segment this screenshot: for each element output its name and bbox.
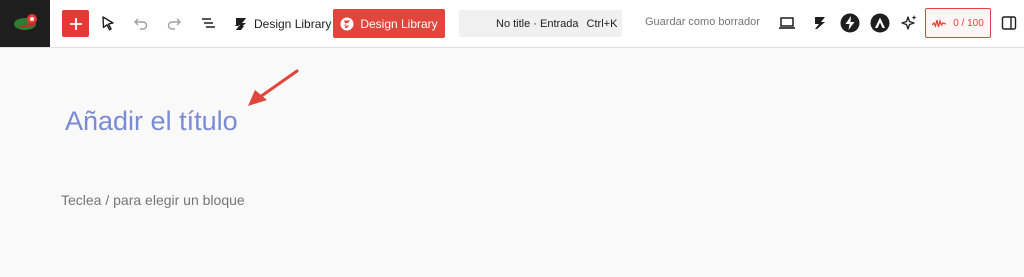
- design-library-label: Design Library: [254, 16, 332, 31]
- command-center-button[interactable]: No title · Entrada Ctrl+K: [459, 10, 622, 37]
- settings-sidebar-button[interactable]: [995, 9, 1023, 37]
- design-library-button[interactable]: Design Library: [234, 10, 331, 37]
- redo-icon: [167, 18, 181, 30]
- stackable-s-icon: [815, 17, 825, 29]
- command-center-shortcut: Ctrl+K: [586, 17, 618, 30]
- astra-a-icon: [870, 13, 890, 33]
- laptop-icon: [779, 17, 795, 29]
- preview-button[interactable]: [773, 9, 801, 37]
- add-block-button[interactable]: [62, 10, 89, 37]
- stackable-plugin-button[interactable]: [806, 9, 834, 37]
- cursor-icon: [102, 16, 114, 31]
- lightning-plugin-button[interactable]: [836, 9, 864, 37]
- sparkles-icon: [901, 15, 917, 30]
- block-placeholder[interactable]: Teclea / para elegir un bloque: [61, 192, 245, 208]
- design-library-red-button[interactable]: Design Library: [333, 9, 445, 38]
- seo-score-label: 0 / 100: [953, 17, 984, 29]
- stackable-s-icon: [235, 17, 246, 30]
- save-draft-button[interactable]: Guardar como borrador: [645, 16, 760, 28]
- list-view-icon: [202, 18, 215, 28]
- post-title-input[interactable]: Añadir el título: [65, 106, 238, 137]
- editor-top-toolbar: Design Library Design Library No title ·…: [0, 0, 1024, 48]
- ai-assistant-button[interactable]: [895, 9, 923, 37]
- select-tool-button[interactable]: [94, 9, 122, 37]
- sidebar-toggle-icon: [1001, 16, 1017, 30]
- undo-icon: [134, 18, 148, 30]
- plus-icon: [69, 17, 82, 30]
- list-view-button[interactable]: [194, 9, 222, 37]
- site-logo-icon: [14, 14, 37, 30]
- design-library-red-label: Design Library: [360, 16, 438, 31]
- command-center-title: No title · Entrada: [496, 17, 579, 30]
- seo-score-button[interactable]: 0 / 100: [925, 8, 991, 38]
- wave-chart-icon: [932, 18, 947, 28]
- undo-button[interactable]: [127, 9, 155, 37]
- lightning-icon: [840, 13, 860, 33]
- stackable-s-circle-icon: [340, 17, 354, 30]
- astra-plugin-button[interactable]: [866, 9, 894, 37]
- red-arrow-icon: [248, 69, 299, 106]
- redo-button[interactable]: [160, 9, 188, 37]
- site-logo-button[interactable]: [0, 0, 50, 47]
